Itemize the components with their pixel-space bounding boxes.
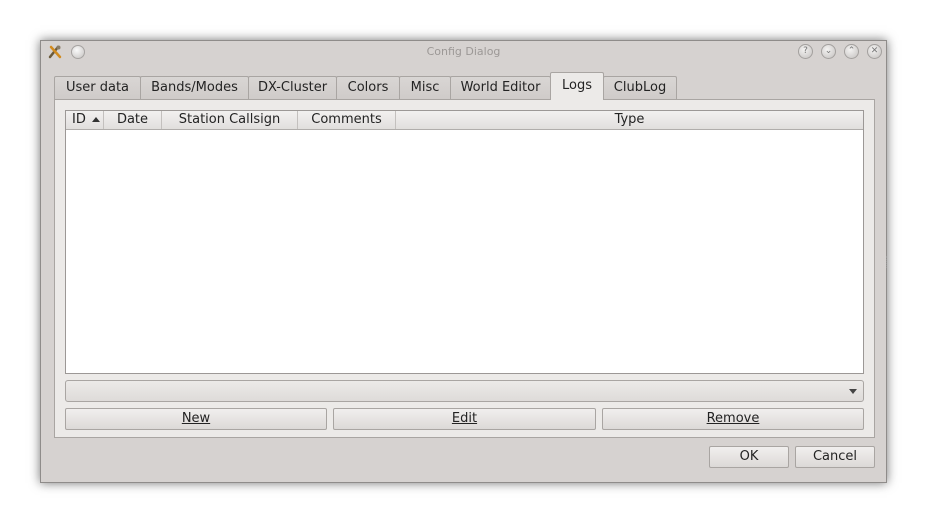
logs-table[interactable]: ID Date Station Callsign Comments Type (65, 110, 864, 374)
new-button-label: New (181, 411, 211, 426)
table-header: ID Date Station Callsign Comments Type (66, 111, 863, 130)
tab-dx-cluster[interactable]: DX-Cluster (248, 76, 337, 99)
log-select-combobox[interactable] (65, 380, 864, 402)
column-header-id-label: ID (72, 112, 86, 127)
resize-grip[interactable] (886, 256, 889, 268)
edit-button[interactable]: Edit (333, 408, 596, 430)
tab-misc[interactable]: Misc (399, 76, 451, 99)
close-icon[interactable]: ✕ (867, 44, 882, 59)
remove-button[interactable]: Remove (602, 408, 864, 430)
tab-clublog[interactable]: ClubLog (603, 76, 677, 99)
title-bar[interactable]: Config Dialog ? ⌄ ⌃ ✕ (41, 41, 886, 63)
help-icon[interactable]: ? (798, 44, 813, 59)
sort-ascending-icon (92, 117, 100, 122)
ok-button[interactable]: OK (709, 446, 789, 468)
chevron-down-icon (849, 389, 857, 394)
new-button[interactable]: New (65, 408, 327, 430)
tab-logs[interactable]: Logs (550, 72, 604, 100)
edit-button-label: Edit (451, 411, 478, 426)
column-header-comments[interactable]: Comments (298, 111, 396, 129)
column-header-station-callsign[interactable]: Station Callsign (162, 111, 298, 129)
config-dialog-window: Config Dialog ? ⌄ ⌃ ✕ User data Bands/Mo… (40, 40, 887, 483)
maximize-icon[interactable]: ⌃ (844, 44, 859, 59)
tab-world-editor[interactable]: World Editor (450, 76, 551, 99)
window-title: Config Dialog (426, 45, 501, 58)
column-header-id[interactable]: ID (66, 111, 104, 129)
tab-bands-modes[interactable]: Bands/Modes (140, 76, 249, 99)
tab-dx-cluster-label: DX-Cluster (257, 80, 328, 95)
column-header-date[interactable]: Date (104, 111, 162, 129)
tab-user-data[interactable]: User data (54, 76, 141, 99)
column-header-type[interactable]: Type (396, 111, 863, 129)
tab-colors[interactable]: Colors (336, 76, 400, 99)
cancel-button[interactable]: Cancel (795, 446, 875, 468)
minimize-icon[interactable]: ⌄ (821, 44, 836, 59)
logs-tab-panel: ID Date Station Callsign Comments Type N… (54, 99, 875, 438)
remove-button-label: Remove (706, 411, 760, 426)
